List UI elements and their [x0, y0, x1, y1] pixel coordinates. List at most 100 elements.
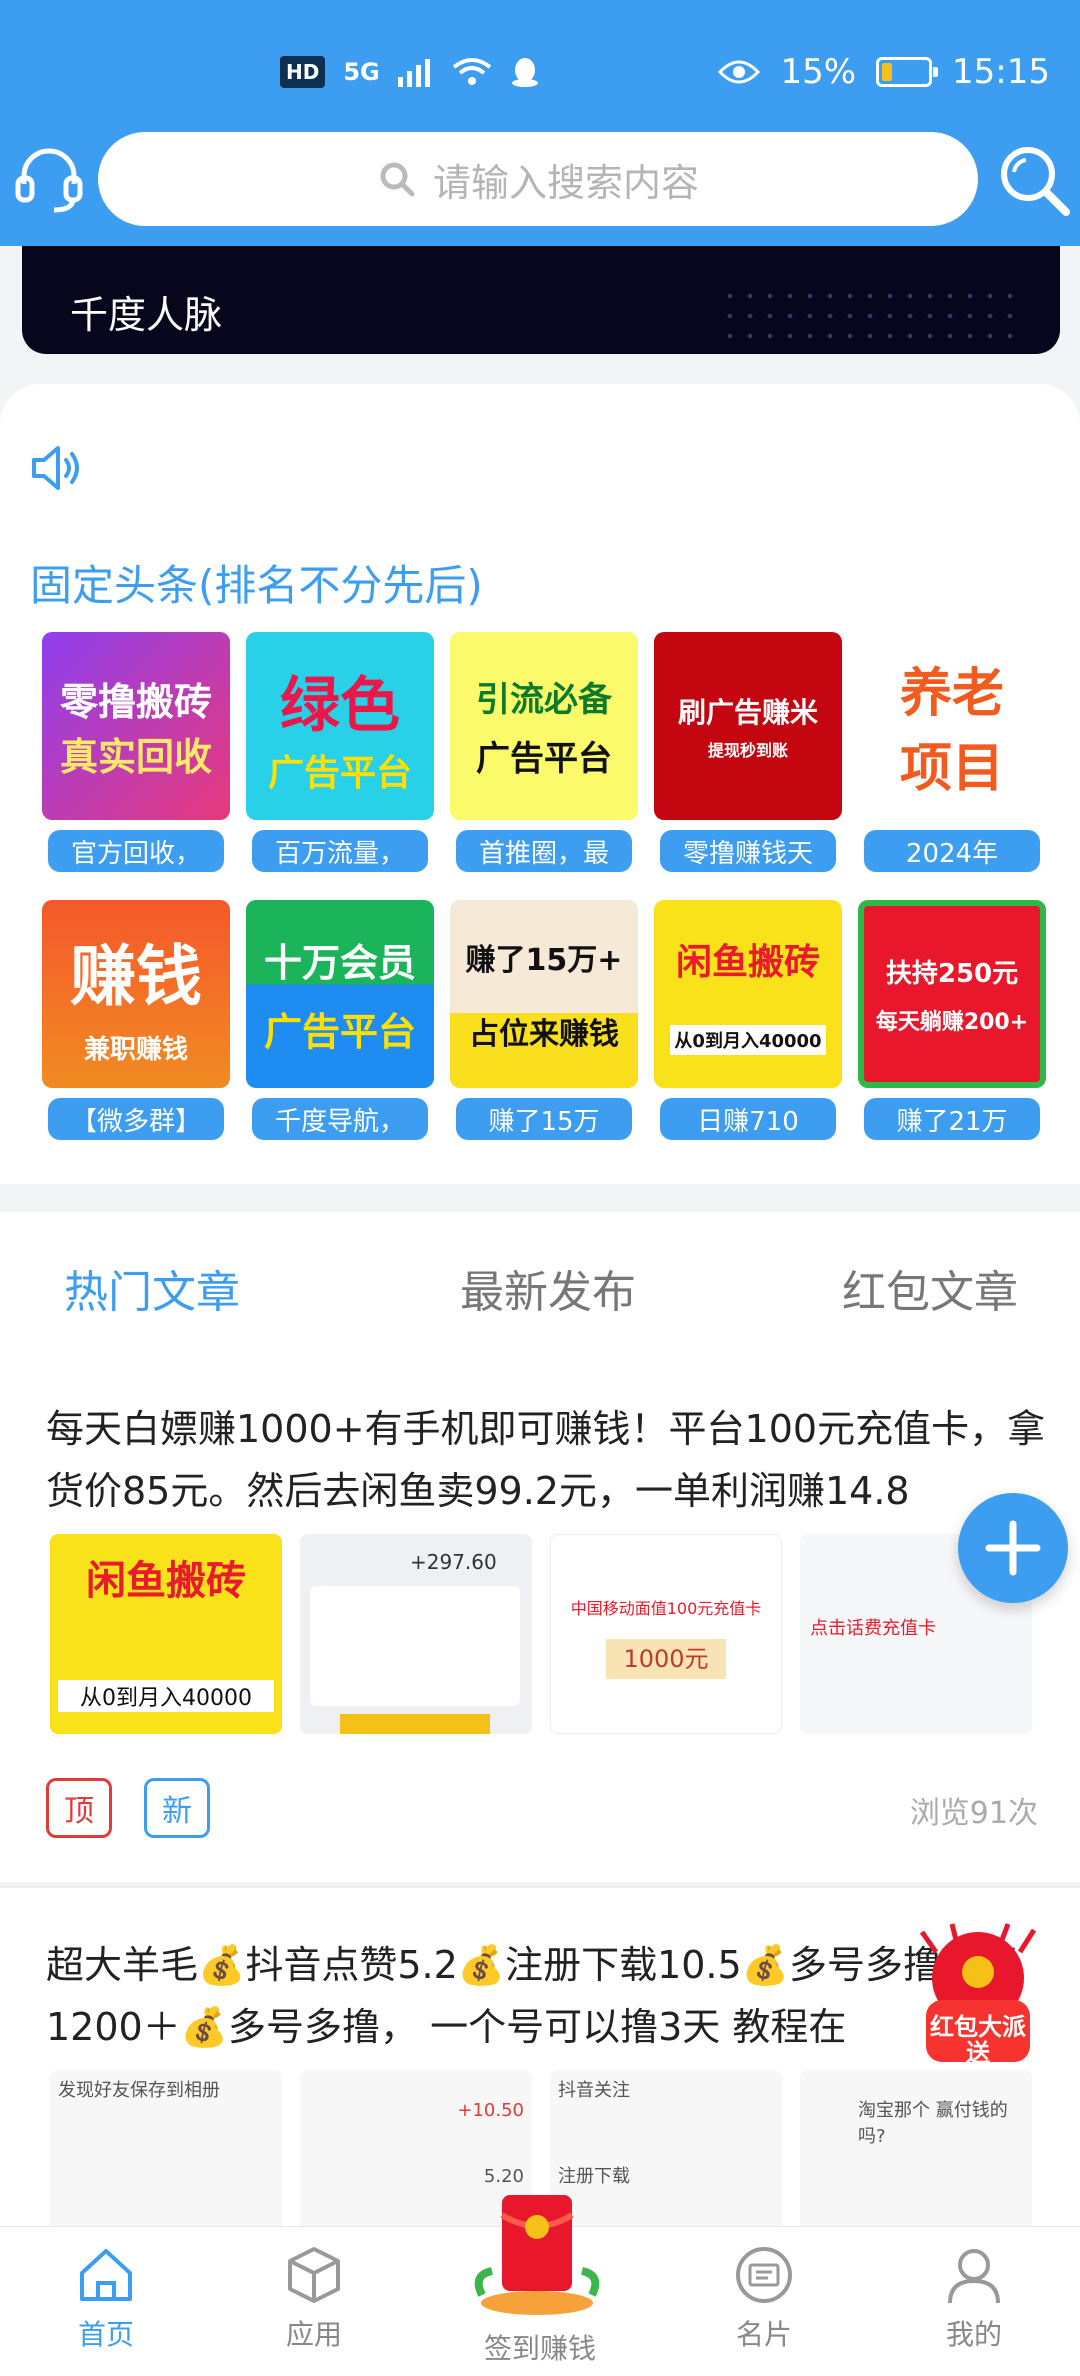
- tile-image: 赚了15万+ 占位来赚钱: [450, 900, 638, 1088]
- network-label: 5G: [343, 58, 380, 86]
- nav-apps[interactable]: 应用: [244, 2245, 384, 2353]
- article-thumbnail[interactable]: 发现好友保存到相册: [50, 2070, 282, 2230]
- article-thumbnail[interactable]: 闲鱼搬砖 从0到月入40000: [50, 1534, 282, 1734]
- eye-icon: [718, 60, 761, 84]
- nav-label: 应用: [285, 2318, 342, 2351]
- tile-image-text: 养老: [899, 664, 1004, 724]
- banner-title: 千度人脉: [70, 293, 223, 337]
- tile-image-text: 提现秒到账: [707, 741, 788, 760]
- tab-latest[interactable]: 最新发布: [460, 1256, 636, 1320]
- tile-image: 养老 项目: [858, 632, 1046, 820]
- headline-tile[interactable]: 绿色 广告平台 百万流量，: [246, 632, 434, 872]
- headline-tile[interactable]: 养老 项目 2024年: [858, 632, 1046, 872]
- top-header: HD 5G 15% 15:15 请输入搜索内容: [0, 0, 1080, 246]
- tile-image-text: 广告平台: [267, 752, 412, 794]
- search-button-icon[interactable]: [996, 142, 1072, 218]
- thumb-text: +297.60: [410, 1550, 497, 1574]
- signal-icon: [397, 59, 430, 87]
- tile-label: 官方回收，: [48, 830, 224, 872]
- tile-label: 零撸赚钱天: [660, 830, 836, 872]
- headline-tile[interactable]: 赚钱 兼职赚钱 【微多群】: [42, 900, 230, 1140]
- new-badge: 新: [144, 1778, 210, 1838]
- hd-badge: HD: [280, 56, 326, 88]
- nav-checkin[interactable]: 签到赚钱: [470, 2327, 610, 2367]
- battery-percent: 15%: [780, 52, 857, 92]
- user-icon: [948, 2249, 1000, 2304]
- tile-image-text: 刷广告赚米: [677, 696, 818, 729]
- tab-redpacket-articles[interactable]: 红包文章: [842, 1256, 1018, 1320]
- gift-icon[interactable]: [462, 2185, 612, 2315]
- search-input[interactable]: 请输入搜索内容: [98, 132, 978, 226]
- status-left: HD 5G: [280, 56, 540, 88]
- nav-card[interactable]: 名片: [694, 2245, 834, 2353]
- tile-label: 日赚710: [660, 1098, 836, 1140]
- redpacket-label: 红包大派送: [930, 2013, 1026, 2067]
- pinned-badge: 顶: [46, 1778, 112, 1838]
- thumb-text: +10.50: [457, 2100, 524, 2121]
- add-post-button[interactable]: [958, 1493, 1068, 1603]
- home-icon: [80, 2249, 132, 2301]
- thumb-text: 发现好友保存到相册: [58, 2080, 220, 2101]
- tile-image-text: 广告平台: [263, 1010, 416, 1054]
- headline-tile[interactable]: 扶持250元 每天躺赚200+ 赚了21万: [858, 900, 1046, 1140]
- tile-image-text: 闲鱼搬砖: [675, 942, 820, 983]
- nav-home[interactable]: 首页: [36, 2245, 176, 2353]
- thumb-text: 1000元: [606, 1639, 726, 1679]
- article-title: 超大羊毛💰抖音点赞5.2💰注册下载10.5💰多号多撸白嫖1200＋💰多号多撸， …: [46, 1943, 1017, 2049]
- id-card-icon: [736, 2247, 792, 2303]
- tile-image-text: 每天躺赚200+: [875, 1009, 1029, 1035]
- tile-image-text: 广告平台: [476, 739, 612, 779]
- banner-carousel[interactable]: 千度人脉: [22, 246, 1060, 354]
- headline-tile[interactable]: 刷广告赚米 提现秒到账 零撸赚钱天: [654, 632, 842, 872]
- tab-hot-articles[interactable]: 热门文章: [64, 1256, 240, 1320]
- tile-label: 赚了21万: [864, 1098, 1040, 1140]
- redpacket-float-button[interactable]: 红包大派送: [916, 1922, 1040, 2072]
- tile-image: 十万会员 广告平台: [246, 900, 434, 1088]
- wifi-icon: [452, 58, 491, 85]
- clock: 15:15: [952, 52, 1050, 92]
- thumb-screenshot: [310, 1586, 520, 1706]
- article-tags: 顶 新: [46, 1778, 210, 1838]
- article-thumbnail[interactable]: +297.60: [300, 1534, 532, 1734]
- nav-label: 我的: [945, 2318, 1002, 2351]
- thumb-text: 从0到月入40000: [58, 1680, 274, 1712]
- headline-tile[interactable]: 十万会员 广告平台 千度导航，: [246, 900, 434, 1140]
- tile-image: 零撸搬砖 真实回收: [42, 632, 230, 820]
- banner-decoration: [720, 286, 1020, 346]
- thumb-text: 点击话费充值卡: [810, 1618, 936, 1639]
- tile-image-text: 扶持250元: [885, 958, 1019, 989]
- article-thumbnail[interactable]: 淘宝那个 赢付钱的吗?: [800, 2070, 1032, 2230]
- status-bar: HD 5G 15% 15:15: [0, 40, 1080, 110]
- tile-image-text: 赚了15万+: [465, 943, 623, 978]
- tile-image-text: 十万会员: [263, 941, 416, 985]
- tile-image: 引流必备 广告平台: [450, 632, 638, 820]
- tile-image: 扶持250元 每天躺赚200+: [858, 900, 1046, 1088]
- divider: [0, 1886, 1080, 1888]
- tile-image-text: 引流必备: [476, 680, 612, 720]
- tile-label: 首推圈，最: [456, 830, 632, 872]
- headline-tile[interactable]: 引流必备 广告平台 首推圈，最: [450, 632, 638, 872]
- tile-image: 闲鱼搬砖 从0到月入40000: [654, 900, 842, 1088]
- tile-image-text: 兼职赚钱: [83, 1034, 188, 1065]
- article-card[interactable]: 每天白嫖赚1000+有手机即可赚钱！平台100元充值卡，拿货价85元。然后去闲鱼…: [0, 1342, 1080, 1882]
- view-count: 浏览91次: [909, 1796, 1038, 1831]
- tile-label: 百万流量，: [252, 830, 428, 872]
- tile-label: 【微多群】: [48, 1098, 224, 1140]
- status-right: 15% 15:15: [718, 52, 1050, 92]
- thumb-banner: [340, 1714, 490, 1734]
- article-thumbnail[interactable]: 中国移动面值100元充值卡 1000元: [550, 1534, 782, 1734]
- headline-tile[interactable]: 赚了15万+ 占位来赚钱 赚了15万: [450, 900, 638, 1140]
- thumb-text: 中国移动面值100元充值卡: [570, 1599, 762, 1618]
- nav-label: 名片: [735, 2318, 792, 2351]
- headline-tile[interactable]: 零撸搬砖 真实回收 官方回收，: [42, 632, 230, 872]
- tile-label: 2024年: [864, 830, 1040, 872]
- plus-icon: [985, 1520, 1041, 1576]
- thumb-text: 抖音关注: [558, 2080, 630, 2101]
- headline-tile[interactable]: 闲鱼搬砖 从0到月入40000 日赚710: [654, 900, 842, 1140]
- headset-icon[interactable]: [14, 144, 84, 214]
- tile-image: 赚钱 兼职赚钱: [42, 900, 230, 1088]
- search-icon: [380, 162, 415, 197]
- nav-profile[interactable]: 我的: [904, 2245, 1044, 2353]
- speaker-icon: [32, 446, 79, 490]
- article-title: 每天白嫖赚1000+有手机即可赚钱！平台100元充值卡，拿货价85元。然后去闲鱼…: [46, 1407, 1046, 1513]
